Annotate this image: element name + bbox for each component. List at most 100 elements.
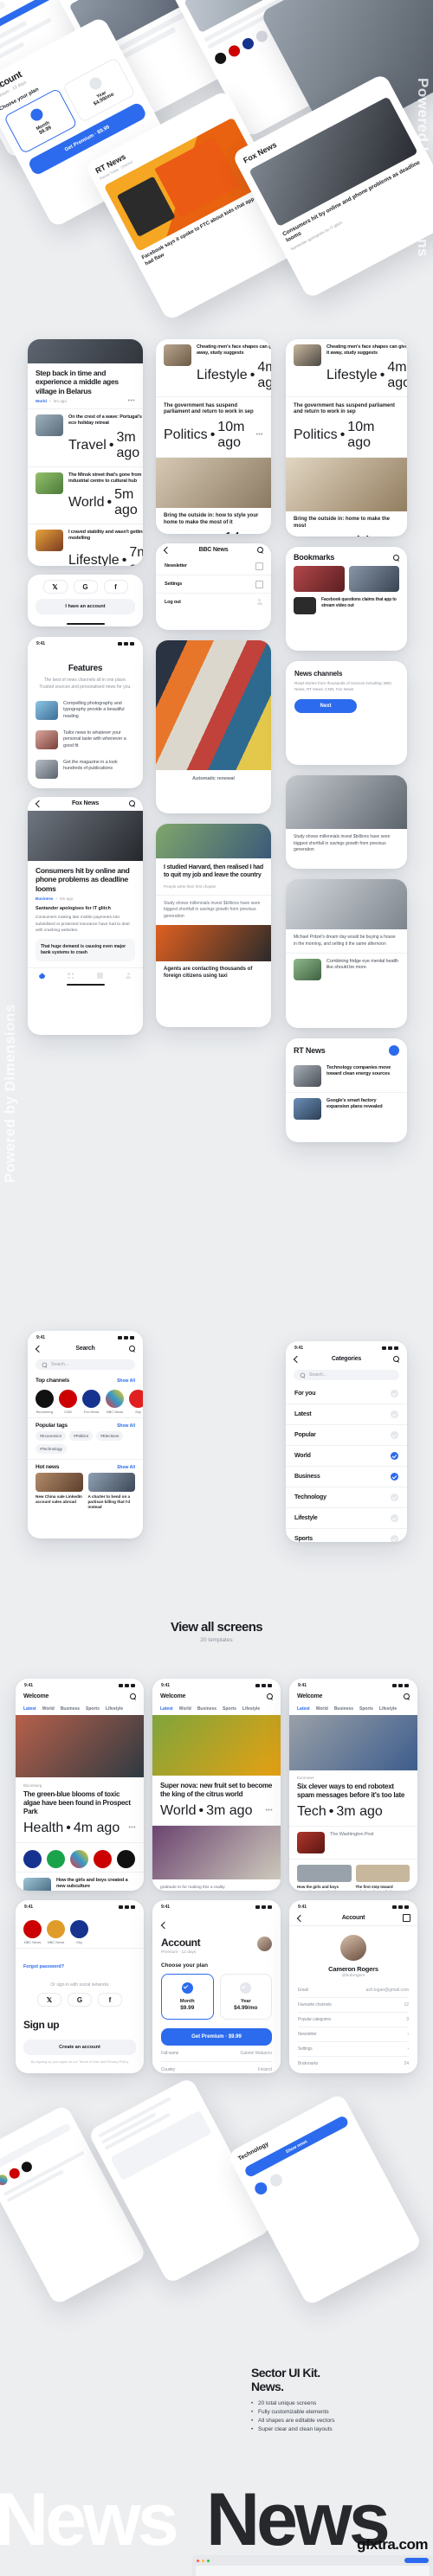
tab-latest[interactable]: Latest [23,1706,36,1712]
back-icon[interactable] [36,1345,42,1352]
category-row[interactable]: Latest [286,1404,407,1425]
category-checkbox[interactable] [391,1494,398,1501]
list-item[interactable] [23,1848,42,1868]
list-item[interactable]: NBC News [106,1388,124,1414]
account-row[interactable]: Popular categories 3 [298,2013,409,2027]
tab-business[interactable]: Business [334,1706,353,1712]
back-icon[interactable] [36,800,42,806]
tab-latest[interactable]: Latest [160,1706,173,1712]
account-row[interactable]: Bookmarks 24 [298,2057,409,2071]
tab-latest[interactable]: Latest [297,1706,310,1712]
home-tab-icon[interactable] [39,973,46,980]
tab-world[interactable]: World [42,1706,55,1712]
google-icon[interactable]: G [68,1993,92,2007]
category-row[interactable]: Sports [286,1529,407,1542]
tag-chip[interactable]: #Elections [96,1431,124,1441]
tab-lifestyle[interactable]: Lifestyle [106,1706,123,1712]
search-icon[interactable] [129,1693,136,1699]
settings-row[interactable]: Settings [156,575,271,594]
search-icon[interactable] [266,1693,273,1699]
search-icon[interactable] [392,554,399,561]
list-item[interactable]: Cheating men's face shapes can give it a… [286,339,407,396]
list-item[interactable]: CNN [59,1388,77,1414]
list-item[interactable] [117,1848,135,1868]
list-item[interactable]: Fox News [82,1388,100,1414]
list-item[interactable]: On the crest of a wave: Portugal's new e… [28,409,143,466]
bookmarks-tab-icon[interactable] [96,973,103,980]
category-row[interactable]: Business [286,1467,407,1487]
search-icon[interactable] [128,1345,135,1352]
more-options-icon[interactable]: ••• [128,1825,136,1831]
facebook-icon[interactable]: f [103,580,128,594]
account-row[interactable]: Favourite channels 12 [298,1998,409,2013]
tag-chip[interactable]: #Politics [69,1431,94,1441]
get-premium-button[interactable]: Get Premium · $9.99 [161,2028,272,2046]
tab-business[interactable]: Business [197,1706,216,1712]
category-row[interactable]: World [286,1446,407,1467]
account-row[interactable]: Settings › [298,2042,409,2057]
settings-row[interactable]: Log out [156,594,271,610]
next-button[interactable]: Next [294,698,357,713]
facebook-icon[interactable]: f [98,1993,122,2007]
tab-lifestyle[interactable]: Lifestyle [379,1706,397,1712]
back-icon[interactable] [164,546,171,553]
tab-sports[interactable]: Sports [86,1706,100,1712]
tag-chip[interactable]: #Technology [36,1444,67,1454]
search-icon[interactable] [403,1693,410,1699]
category-checkbox[interactable] [391,1514,398,1522]
add-channel-button[interactable] [389,1045,399,1056]
more-options-icon[interactable]: ••• [127,398,135,404]
back-icon[interactable] [161,1921,168,1928]
google-icon[interactable]: G [73,580,98,594]
list-item[interactable]: How the girls and boys created a new sub… [16,1873,144,1891]
category-row[interactable]: Lifestyle [286,1508,407,1529]
search-icon[interactable] [392,1355,399,1362]
category-checkbox[interactable] [391,1390,398,1397]
download-button[interactable] [404,2558,429,2563]
edit-icon[interactable] [402,1914,410,1922]
back-icon[interactable] [294,1355,301,1362]
account-row[interactable]: Email ash.logan@gmail.com [298,1983,409,1998]
list-item[interactable]: Sky [70,1918,88,1944]
list-item[interactable]: Technology companies move toward clean e… [286,1060,407,1092]
category-row[interactable]: For you [286,1384,407,1404]
tab-sports[interactable]: Sports [223,1706,236,1712]
minimize-icon[interactable] [202,2559,204,2562]
tag-chip[interactable]: #Economics [36,1431,67,1441]
category-checkbox[interactable] [391,1473,398,1481]
have-account-button[interactable]: I have an account [36,599,135,614]
category-checkbox[interactable] [391,1535,398,1542]
show-all-link[interactable]: Show All [117,1378,135,1384]
list-item[interactable]: The Washington Post [289,1827,417,1859]
twitter-icon[interactable]: 𝕏 [37,1993,61,2007]
more-options-icon[interactable]: ••• [255,432,263,438]
list-item[interactable]: NBC News [47,1918,65,1944]
forgot-password-link[interactable]: Forgot password? [23,1964,64,1969]
close-icon[interactable] [197,2559,199,2562]
search-icon[interactable] [256,546,263,553]
plan-card-month[interactable]: Month $9.99 [161,1974,214,2020]
avatar[interactable] [257,1937,272,1951]
categories-tab-icon[interactable] [68,973,74,980]
search-input[interactable]: Search... [36,1359,135,1370]
list-item[interactable]: Sky [129,1388,143,1414]
list-item[interactable]: Cheating men's face shapes can give it a… [156,339,271,396]
category-checkbox[interactable] [391,1452,398,1460]
show-all-link[interactable]: Show All [117,1423,135,1429]
show-all-link[interactable]: Show All [117,1465,135,1470]
plan-card-year[interactable]: Year $4.99/mo [219,1974,272,2020]
list-item[interactable]: The Minsk street that's gone from indust… [28,467,143,524]
list-item[interactable] [94,1848,112,1868]
search-icon[interactable] [128,800,135,806]
category-row[interactable]: Technology [286,1487,407,1508]
category-checkbox[interactable] [391,1410,398,1418]
search-input[interactable]: Search... [294,1370,399,1380]
account-row[interactable]: Full name Gabriel Makarov [161,2046,272,2062]
settings-row[interactable]: Newsletter [156,557,271,575]
account-row[interactable]: Newsletter › [298,2027,409,2042]
tab-business[interactable]: Business [61,1706,80,1712]
list-item[interactable]: Google's smart factory expansion plans r… [286,1093,407,1125]
list-item[interactable]: Combining fridge eye mental health like … [286,954,407,986]
category-checkbox[interactable] [391,1431,398,1439]
category-row[interactable]: Popular [286,1425,407,1446]
